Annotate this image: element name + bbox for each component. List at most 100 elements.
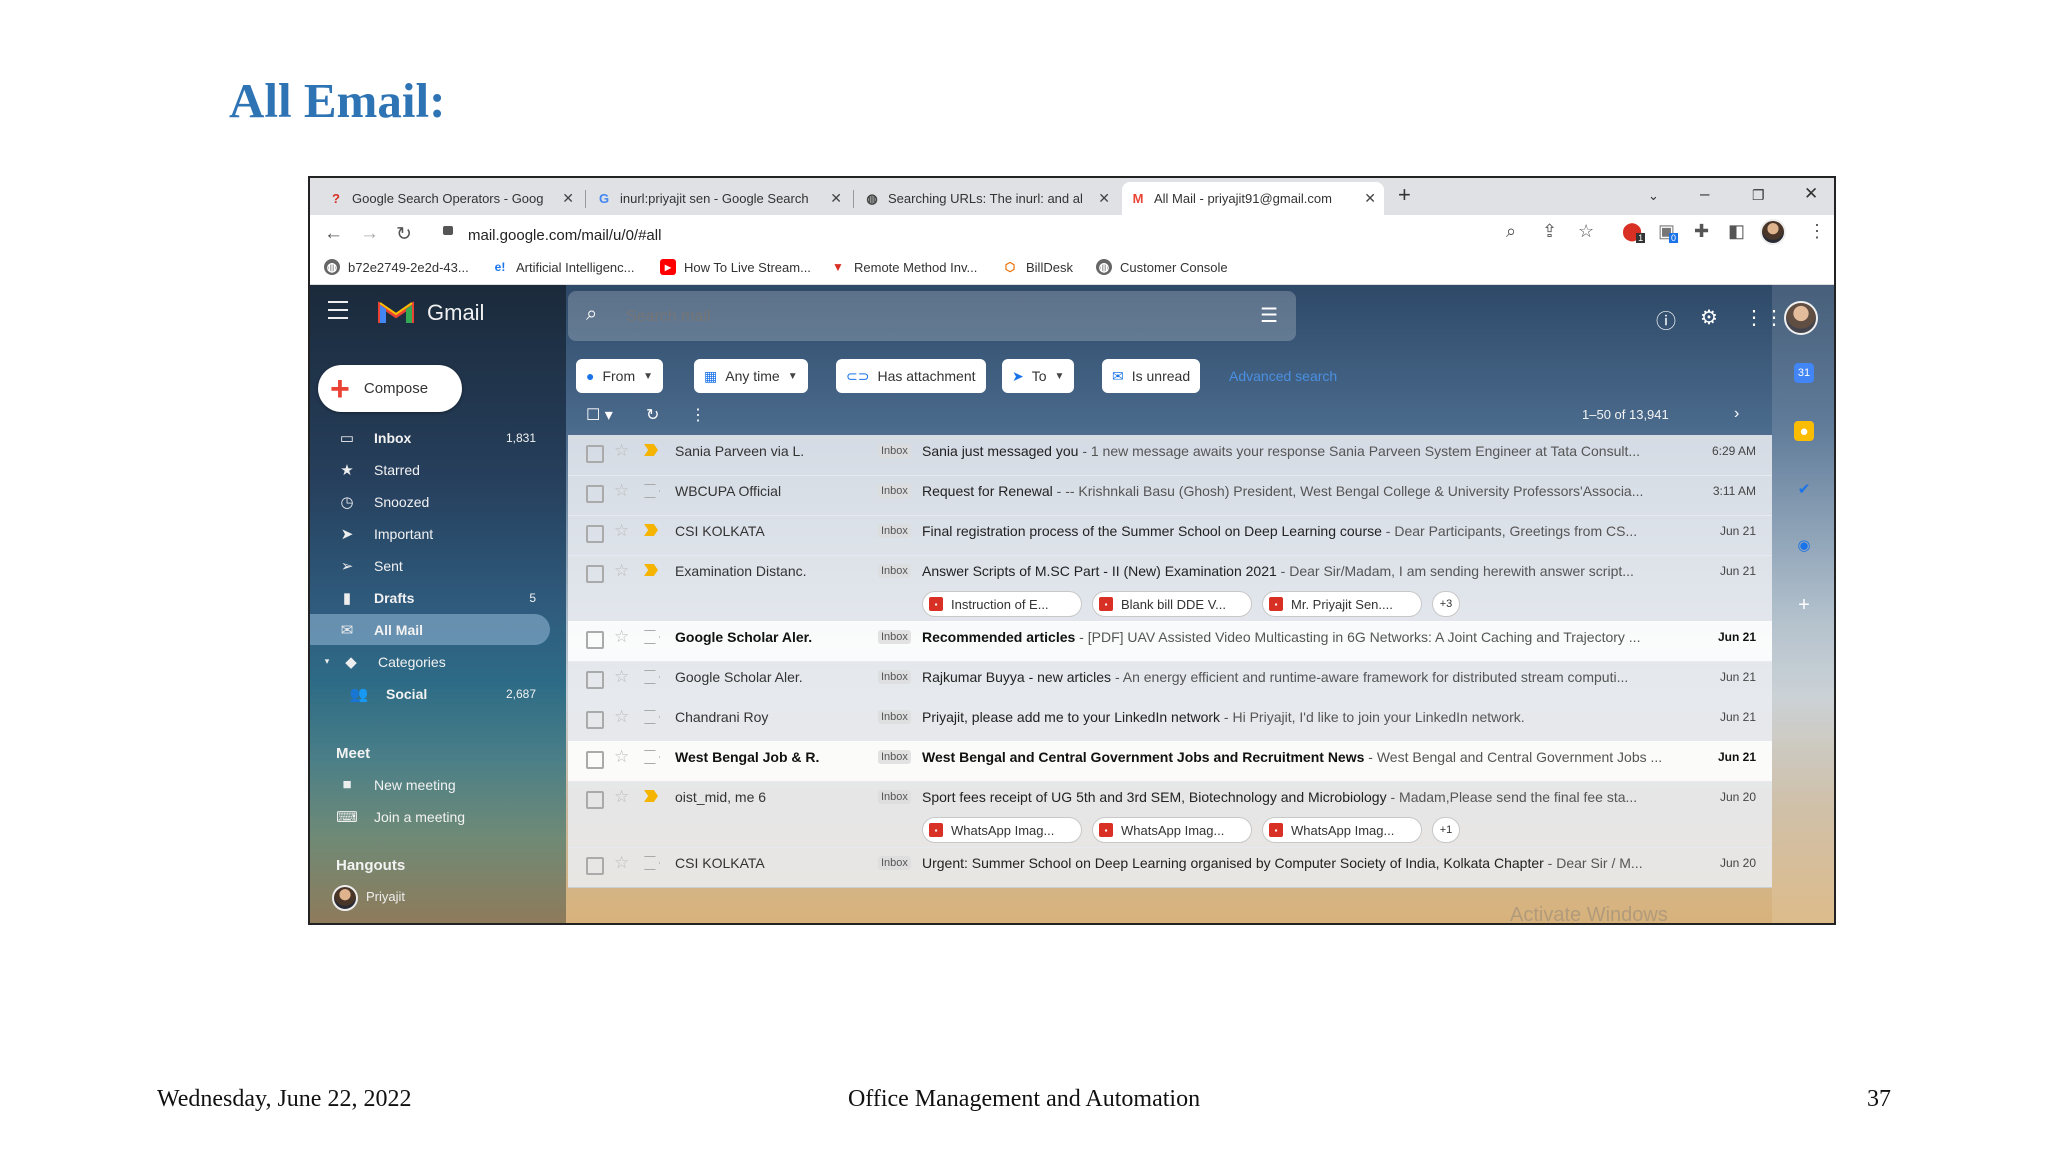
sidebar-item-social[interactable]: 👥 Social 2,687: [310, 678, 550, 709]
star-icon[interactable]: ☆: [614, 441, 629, 461]
attachment-chip[interactable]: ▪ WhatsApp Imag...: [1262, 817, 1422, 843]
tasks-icon[interactable]: ✔: [1794, 479, 1814, 499]
tab-all-mail[interactable]: M All Mail - priyajit91@gmail.com ✕: [1122, 182, 1384, 215]
join-meeting-item[interactable]: ⌨ Join a meeting: [310, 801, 550, 832]
attachment-chip[interactable]: ▪ Instruction of E...: [922, 591, 1082, 617]
star-icon[interactable]: ☆: [614, 667, 629, 687]
sidebar-item-all-mail[interactable]: ✉ All Mail: [310, 614, 550, 645]
help-icon[interactable]: ⓘ: [1656, 305, 1676, 334]
row-checkbox[interactable]: [586, 751, 604, 769]
important-marker-icon[interactable]: [644, 524, 658, 536]
bookmark-item[interactable]: ▼ Remote Method Inv...: [830, 259, 977, 275]
bookmark-item[interactable]: e! Artificial Intelligenc...: [492, 259, 635, 275]
row-checkbox[interactable]: [586, 485, 604, 503]
tab-searching-urls[interactable]: ◍ Searching URLs: The inurl: and al ✕: [856, 182, 1118, 215]
filter-is-unread[interactable]: ✉ Is unread: [1102, 359, 1201, 393]
close-icon[interactable]: ✕: [1364, 190, 1376, 207]
filter-from[interactable]: ● From ▼: [576, 359, 664, 393]
sidebar-item-sent[interactable]: ➢ Sent: [310, 550, 550, 581]
email-row[interactable]: ☆ CSI KOLKATA Inbox Urgent: Summer School o…: [568, 847, 1772, 888]
row-checkbox[interactable]: [586, 445, 604, 463]
new-tab-icon[interactable]: +: [1398, 182, 1411, 208]
important-marker-icon[interactable]: [644, 750, 660, 764]
side-panel-icon[interactable]: ◧: [1728, 221, 1745, 242]
close-icon[interactable]: ✕: [562, 190, 574, 207]
attachment-chip[interactable]: ▪ Blank bill DDE V...: [1092, 591, 1252, 617]
star-icon[interactable]: ☆: [614, 707, 629, 727]
profile-avatar[interactable]: [1760, 219, 1786, 245]
calendar-icon[interactable]: 31: [1794, 363, 1814, 383]
select-all-checkbox[interactable]: ☐ ▾: [586, 405, 613, 425]
close-icon[interactable]: ✕: [1098, 190, 1110, 207]
more-attachments-chip[interactable]: +3: [1432, 591, 1460, 617]
more-icon[interactable]: ⋮: [690, 405, 706, 425]
row-checkbox[interactable]: [586, 565, 604, 583]
bookmark-item[interactable]: ⬡ BillDesk: [1002, 259, 1073, 275]
bookmark-item[interactable]: ◍ Customer Console: [1096, 259, 1228, 275]
sidebar-item-inbox[interactable]: ▭ Inbox 1,831: [310, 422, 550, 453]
next-page-icon[interactable]: ›: [1734, 405, 1739, 423]
search-bar[interactable]: ⌕ ☰: [568, 291, 1296, 341]
important-marker-icon[interactable]: [644, 710, 660, 724]
star-icon[interactable]: ☆: [614, 747, 629, 767]
email-row[interactable]: ☆ CSI KOLKATA Inbox Final registration proc…: [568, 515, 1772, 556]
bookmark-item[interactable]: ◍ b72e2749-2e2d-43...: [324, 259, 469, 275]
close-icon[interactable]: ✕: [830, 190, 842, 207]
important-marker-icon[interactable]: [644, 484, 660, 498]
tab-inurl-search[interactable]: G inurl:priyajit sen - Google Search ✕: [588, 182, 850, 215]
email-row[interactable]: ☆ oist_mid, me 6 Inbox Sport fees receipt o…: [568, 781, 1772, 848]
email-row[interactable]: ☆ Examination Distanc. Inbox Answer Scripts…: [568, 555, 1772, 622]
minimize-icon[interactable]: –: [1700, 184, 1709, 204]
attachment-chip[interactable]: ▪ WhatsApp Imag...: [922, 817, 1082, 843]
address-bar[interactable]: mail.google.com/mail/u/0/#all: [468, 227, 661, 244]
important-marker-icon[interactable]: [644, 670, 660, 684]
refresh-icon[interactable]: ↻: [646, 405, 659, 425]
more-menu-icon[interactable]: ⋮: [1808, 221, 1826, 242]
star-icon[interactable]: ☆: [614, 627, 629, 647]
sidebar-item-important[interactable]: ➤ Important: [310, 518, 550, 549]
extension-icon-2[interactable]: ▣0: [1658, 221, 1684, 243]
email-row[interactable]: ☆ WBCUPA Official Inbox Request for Renewal…: [568, 475, 1772, 516]
sidebar-item-starred[interactable]: ★ Starred: [310, 454, 550, 485]
puzzle-icon[interactable]: ✚: [1694, 221, 1709, 242]
email-row[interactable]: ☆ Google Scholar Aler. Inbox Recommended ar…: [568, 621, 1772, 662]
row-checkbox[interactable]: [586, 791, 604, 809]
extension-badge-icon[interactable]: ⬤1: [1622, 221, 1651, 243]
important-marker-icon[interactable]: [644, 564, 658, 576]
add-icon[interactable]: +: [1794, 594, 1814, 616]
hangouts-avatar[interactable]: [332, 885, 358, 911]
hangouts-user[interactable]: Priyajit: [366, 889, 405, 904]
more-attachments-chip[interactable]: +1: [1432, 817, 1460, 843]
bookmark-item[interactable]: ▶ How To Live Stream...: [660, 259, 811, 275]
attachment-chip[interactable]: ▪ Mr. Priyajit Sen....: [1262, 591, 1422, 617]
back-icon[interactable]: ←: [324, 223, 343, 245]
email-row[interactable]: ☆ Google Scholar Aler. Inbox Rajkumar Buyya…: [568, 661, 1772, 702]
share-icon[interactable]: ⇪: [1542, 221, 1557, 242]
reload-icon[interactable]: ↻: [396, 223, 412, 246]
attachment-chip[interactable]: ▪ WhatsApp Imag...: [1092, 817, 1252, 843]
important-marker-icon[interactable]: [644, 444, 658, 456]
tune-icon[interactable]: ☰: [1260, 303, 1278, 328]
star-icon[interactable]: ☆: [614, 787, 629, 807]
star-icon[interactable]: ☆: [614, 481, 629, 501]
filter-any-time[interactable]: ▦ Any time ▼: [694, 359, 808, 393]
filter-to[interactable]: ➤ To ▼: [1002, 359, 1075, 393]
email-row[interactable]: ☆ Sania Parveen via L. Inbox Sania just mes…: [568, 435, 1772, 476]
close-window-icon[interactable]: ✕: [1804, 184, 1818, 204]
bookmark-star-icon[interactable]: ☆: [1578, 221, 1594, 242]
restore-icon[interactable]: ❐: [1752, 187, 1765, 204]
row-checkbox[interactable]: [586, 631, 604, 649]
chevron-down-icon[interactable]: ⌄: [1648, 188, 1659, 204]
row-checkbox[interactable]: [586, 671, 604, 689]
menu-icon[interactable]: [328, 301, 348, 319]
sidebar-item-snoozed[interactable]: ◷ Snoozed: [310, 486, 550, 517]
compose-button[interactable]: + Compose: [318, 365, 462, 412]
filter-has-attachment[interactable]: ⊂⊃ Has attachment: [836, 359, 986, 393]
zoom-icon[interactable]: ⌕: [1506, 221, 1516, 242]
gear-icon[interactable]: ⚙: [1700, 305, 1718, 330]
important-marker-icon[interactable]: [644, 856, 660, 870]
star-icon[interactable]: ☆: [614, 521, 629, 541]
tab-google-search-operators[interactable]: ? Google Search Operators - Goog ✕: [320, 182, 582, 215]
new-meeting-item[interactable]: ■ New meeting: [310, 769, 550, 800]
advanced-search-link[interactable]: Advanced search: [1229, 368, 1337, 384]
